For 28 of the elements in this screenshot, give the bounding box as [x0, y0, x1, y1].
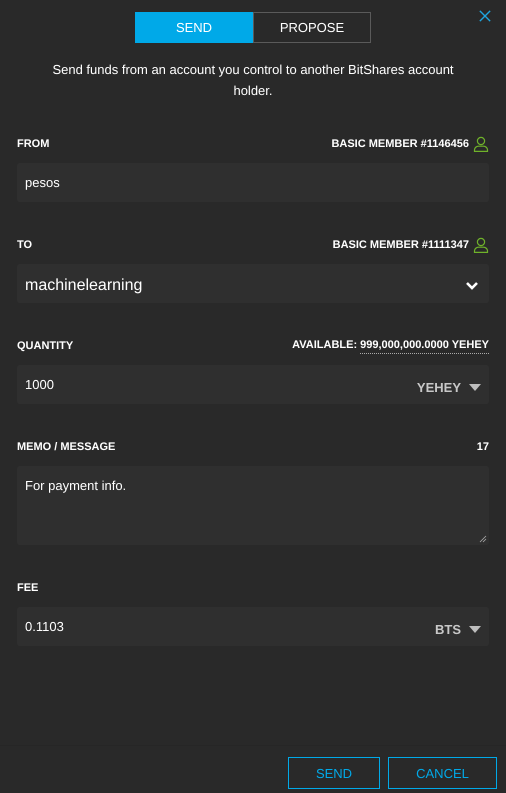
field-label: QUANTITY — [17, 340, 74, 352]
description-text: Send funds from an account you control to another BitShares account holder. — [51, 61, 455, 100]
cancel-button[interactable]: CANCEL — [388, 757, 497, 789]
user-icon — [473, 237, 489, 253]
user-icon — [473, 136, 489, 152]
tab[interactable]: PROPOSE — [253, 12, 371, 43]
account-select[interactable]: machinelearning — [17, 264, 489, 303]
amount-field[interactable]: 1000 YEHEY — [17, 365, 489, 404]
field-label: FEE — [17, 582, 38, 594]
available-label: AVAILABLE: — [292, 338, 358, 352]
field-label: TO — [17, 239, 32, 251]
caret-icon — [469, 626, 481, 632]
field-label: FROM — [17, 138, 50, 150]
chevron-down-icon — [465, 280, 479, 290]
asset-dropdown[interactable]: YEHEY — [416, 374, 481, 394]
send-button[interactable]: SEND — [288, 757, 380, 789]
close-icon[interactable] — [479, 10, 491, 22]
account-field[interactable]: pesos — [17, 163, 489, 202]
caret-icon — [469, 384, 481, 390]
memo-field[interactable]: For payment info. — [17, 466, 489, 545]
asset-dropdown[interactable]: BTS — [435, 616, 481, 636]
member-status: BASIC MEMBER #1146456 — [331, 138, 469, 150]
resize-grip-icon[interactable] — [479, 535, 487, 543]
available-balance-link[interactable]: 999,000,000.0000 YEHEY — [360, 338, 489, 354]
field-label: MEMO / MESSAGE — [17, 441, 116, 453]
member-status: BASIC MEMBER #1111347 — [332, 239, 469, 251]
amount-field[interactable]: 0.1103 BTS — [17, 607, 489, 646]
character-count: 17 — [476, 441, 489, 453]
